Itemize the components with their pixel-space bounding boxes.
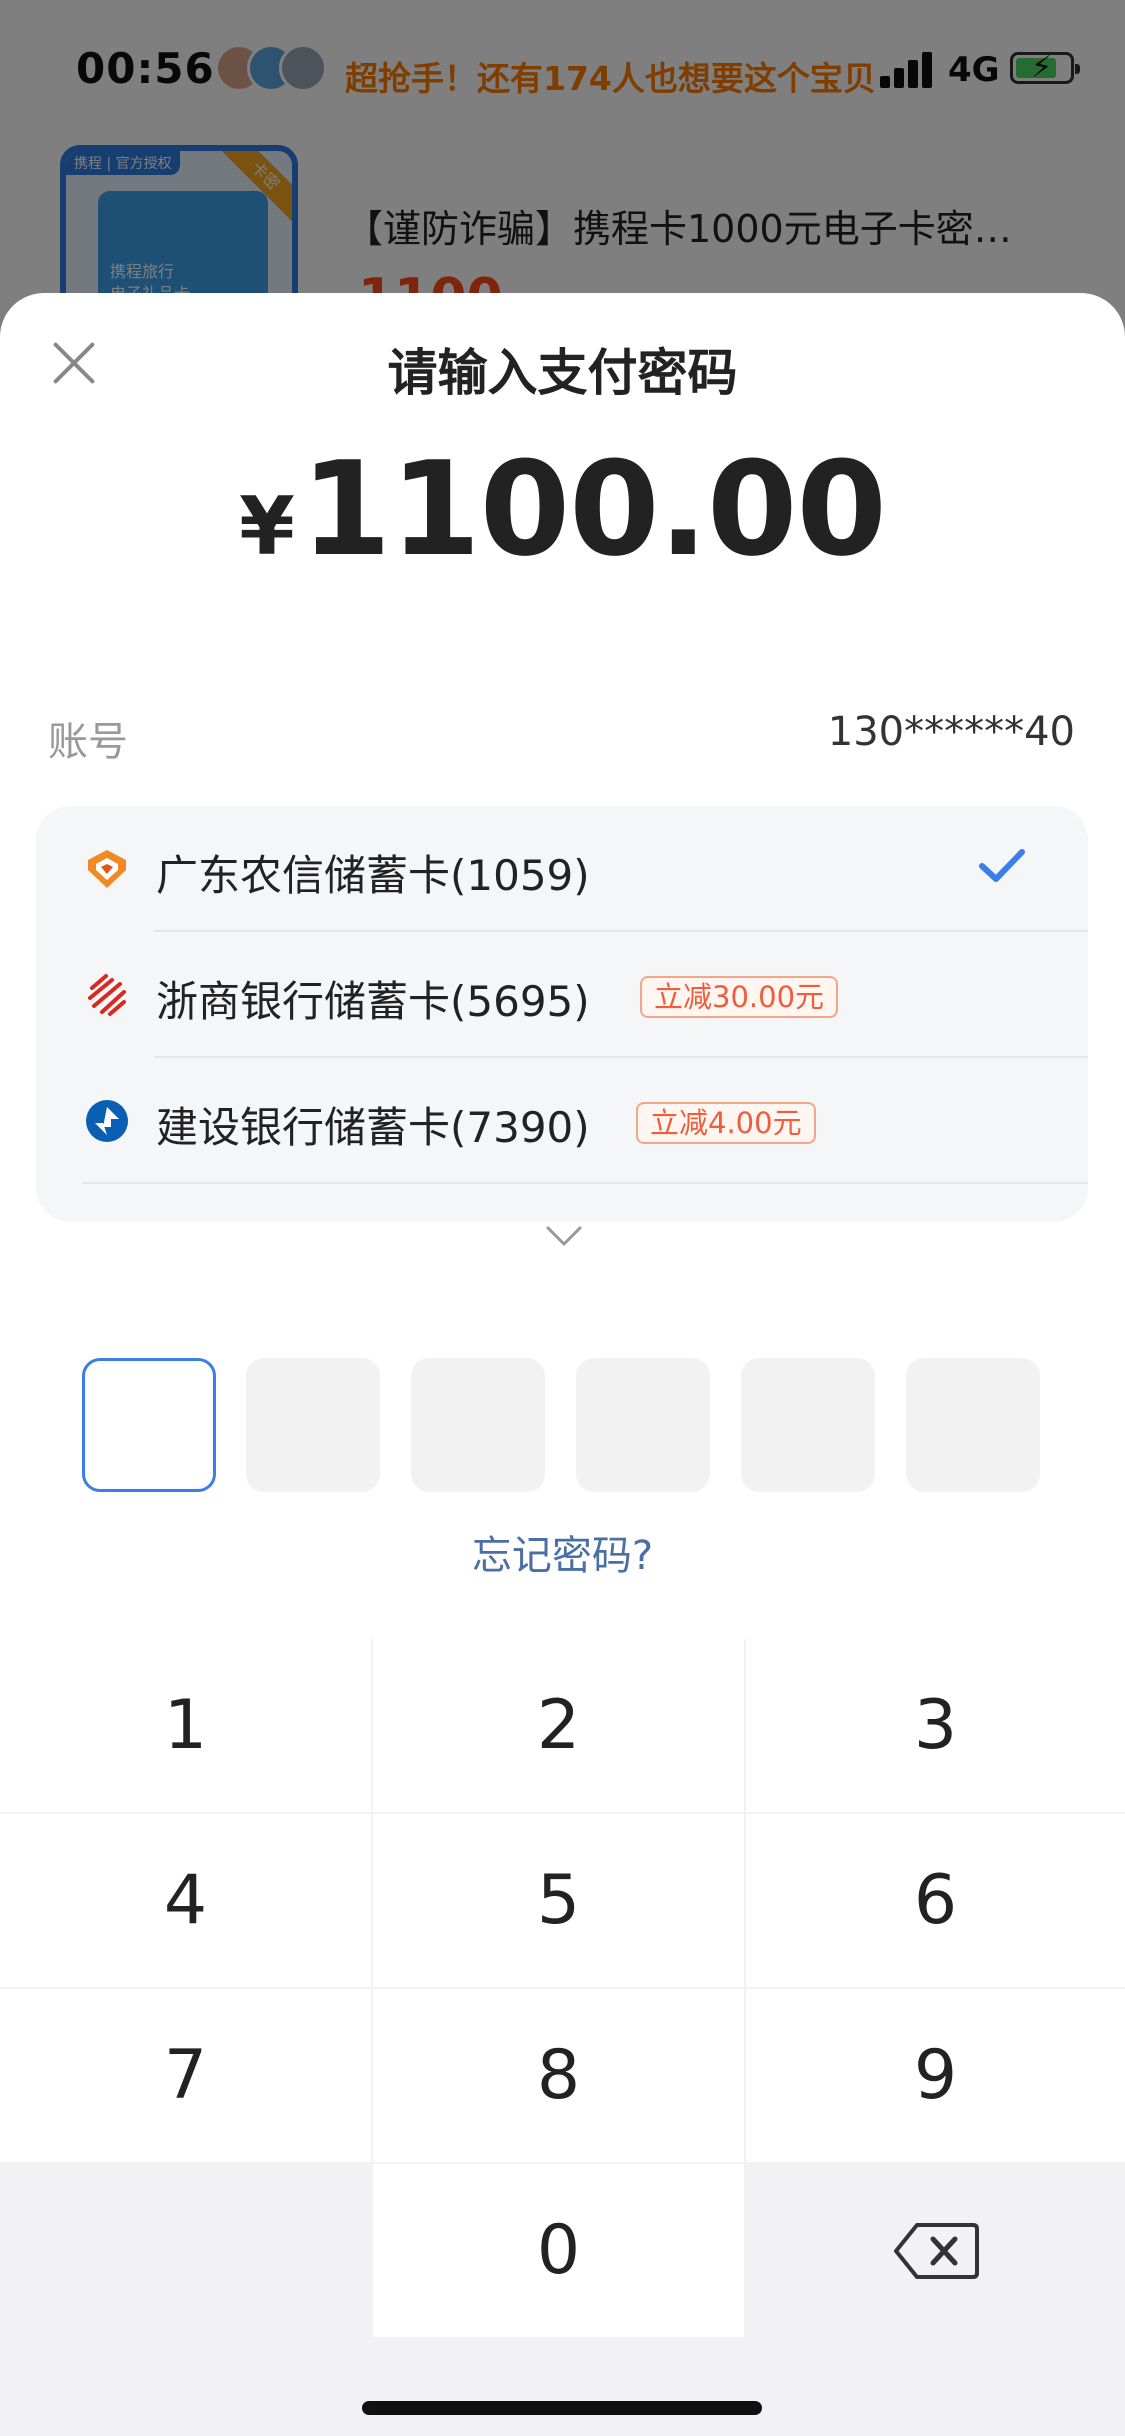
pin-digit-box[interactable] (411, 1358, 545, 1492)
delete-key[interactable] (746, 2164, 1125, 2337)
payment-card-option[interactable]: 浙商银行储蓄卡(5695) 立减30.00元 (36, 932, 1088, 1058)
ccb-bank-icon (86, 1100, 128, 1142)
pin-digit-box[interactable] (576, 1358, 710, 1492)
promo-badge: 立减30.00元 (640, 976, 839, 1018)
pin-digit-box[interactable] (82, 1358, 216, 1492)
key-7[interactable]: 7 (0, 1989, 371, 2162)
pin-digit-box[interactable] (741, 1358, 875, 1492)
key-1[interactable]: 1 (0, 1639, 371, 1812)
pin-digit-box[interactable] (906, 1358, 1040, 1492)
key-blank (0, 2164, 371, 2337)
czbank-icon (88, 974, 126, 1016)
card-label: 广东农信储蓄卡(1059) (156, 851, 590, 900)
key-4[interactable]: 4 (0, 1814, 371, 1987)
key-2[interactable]: 2 (373, 1639, 744, 1812)
check-icon (979, 849, 1025, 882)
password-input[interactable] (0, 1358, 1125, 1492)
key-6[interactable]: 6 (746, 1814, 1125, 1987)
payment-amount: ¥1100.00 (0, 433, 1125, 585)
key-9[interactable]: 9 (746, 1989, 1125, 2162)
payment-password-sheet: 请输入支付密码 ¥1100.00 账号 130******40 广东农信储蓄卡(… (0, 293, 1125, 2436)
payment-method-list: 广东农信储蓄卡(1059) 浙商银行储蓄卡(5695) 立减30.00元 建设银… (36, 806, 1088, 1246)
card-label: 建设银行储蓄卡(7390) (156, 1103, 590, 1152)
account-value: 130******40 (827, 709, 1075, 755)
forgot-password-link[interactable]: 忘记密码? (0, 1523, 1125, 1581)
gdrcu-bank-icon (88, 850, 126, 888)
key-5[interactable]: 5 (373, 1814, 744, 1987)
home-indicator (362, 2401, 762, 2415)
key-3[interactable]: 3 (746, 1639, 1125, 1812)
account-label: 账号 (48, 719, 128, 765)
numeric-keypad: 1 2 3 4 5 6 7 8 9 0 (0, 1639, 1125, 2436)
key-0[interactable]: 0 (373, 2164, 744, 2337)
currency-symbol: ¥ (239, 480, 295, 573)
amount-value: 1100.00 (300, 433, 887, 585)
promo-badge: 立减4.00元 (636, 1102, 816, 1144)
payment-card-option[interactable]: 广东农信储蓄卡(1059) (36, 806, 1088, 932)
divider (82, 1182, 1088, 1184)
sheet-title: 请输入支付密码 (387, 344, 738, 402)
payment-card-option[interactable]: 建设银行储蓄卡(7390) 立减4.00元 (36, 1058, 1088, 1184)
key-8[interactable]: 8 (373, 1989, 744, 2162)
backspace-icon (893, 2222, 979, 2279)
card-label: 浙商银行储蓄卡(5695) (156, 977, 590, 1026)
pin-digit-box[interactable] (246, 1358, 380, 1492)
chevron-down-icon[interactable] (544, 1224, 584, 1248)
